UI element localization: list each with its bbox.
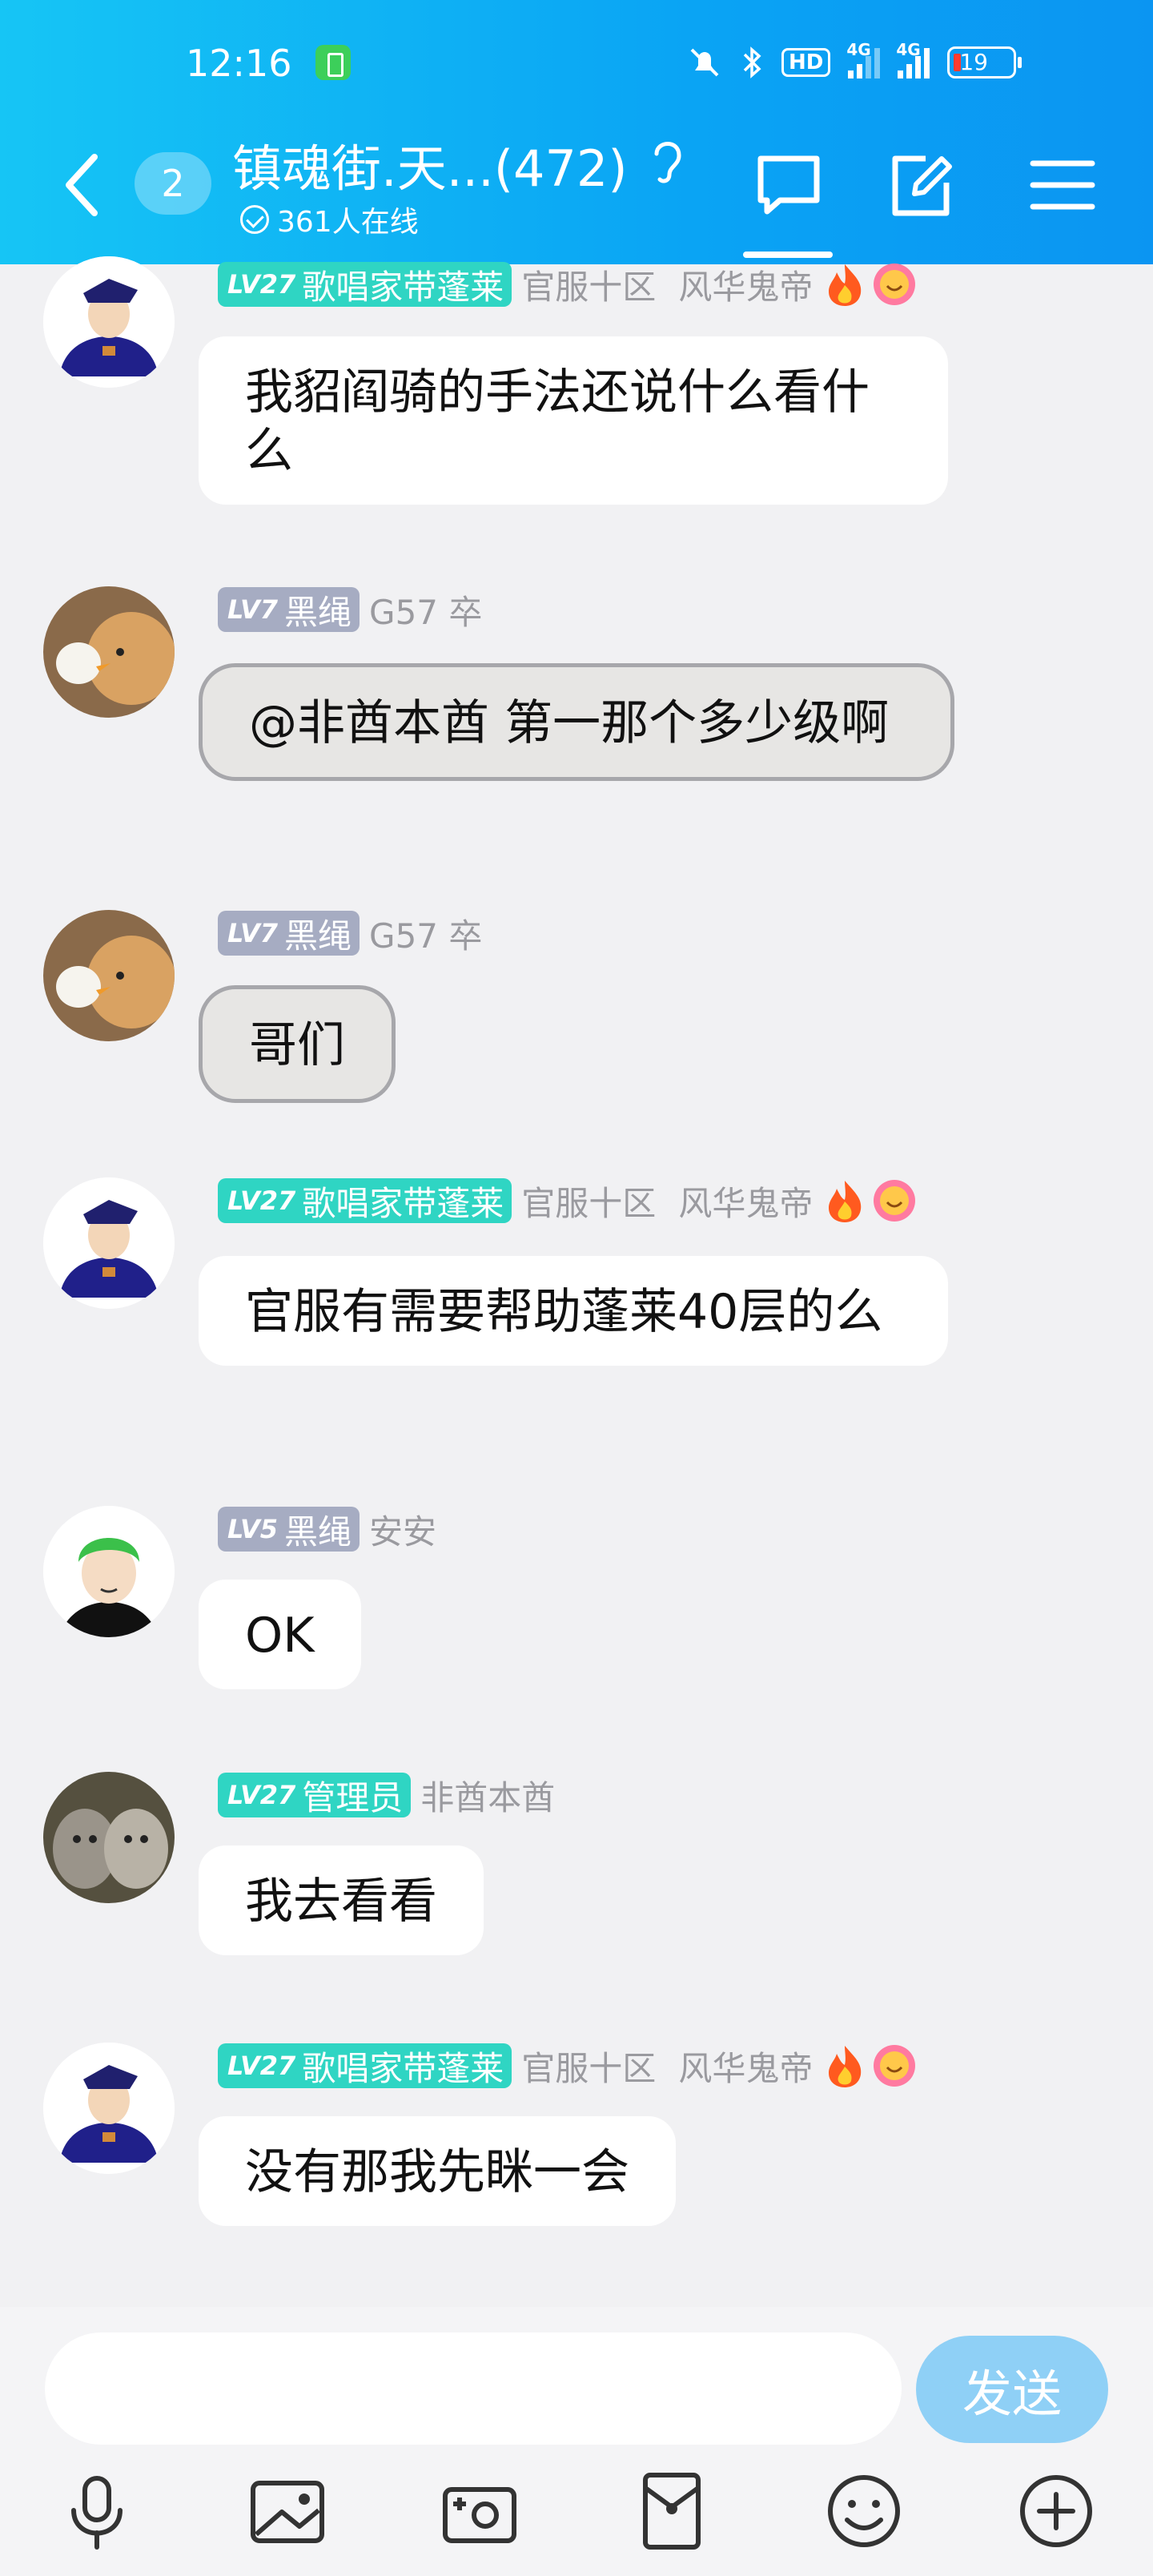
active-tab-indicator bbox=[743, 252, 833, 258]
sender-meta: LV5 黑绳 安安 bbox=[218, 1506, 436, 1552]
server-label: 安安 bbox=[369, 1511, 437, 1552]
message-bubble[interactable]: 我貂阎骑的手法还说什么看什么 bbox=[199, 336, 948, 505]
rank-tag: LV7 黑绳 bbox=[218, 911, 360, 956]
fire-icon bbox=[829, 1181, 862, 1222]
sailor-avatar[interactable] bbox=[43, 2043, 175, 2174]
online-check-icon bbox=[240, 205, 269, 234]
chat-header: 12:16 HD 4G 4G 19 2 镇魂街.天...(472) 361人在线 bbox=[0, 0, 1153, 264]
server-label: G57 卒 bbox=[369, 592, 483, 632]
mute-bell-icon bbox=[690, 48, 719, 77]
wolves-avatar[interactable] bbox=[43, 1772, 175, 1903]
input-bar: 发送 bbox=[0, 2307, 1153, 2576]
chat-tab-button[interactable] bbox=[753, 149, 825, 221]
rank-tag: LV5 黑绳 bbox=[218, 1507, 360, 1552]
message-bubble[interactable]: 官服有需要帮助蓬莱40层的么 bbox=[199, 1256, 948, 1366]
ear-icon[interactable] bbox=[649, 135, 687, 187]
menu-button[interactable] bbox=[1026, 149, 1099, 221]
rank-tag: LV27 歌唱家带蓬莱 bbox=[218, 262, 512, 307]
sender-meta: LV27 歌唱家带蓬莱 官服十区 风华鬼帝 bbox=[218, 261, 917, 308]
send-button[interactable]: 发送 bbox=[916, 2336, 1108, 2443]
sender-meta: LV7 黑绳 G57 卒 bbox=[218, 586, 482, 633]
rank-tag: LV27 歌唱家带蓬莱 bbox=[218, 2043, 512, 2088]
group-title[interactable]: 镇魂街.天...(472) bbox=[232, 128, 628, 200]
emoji-icon bbox=[828, 2475, 900, 2547]
edit-icon bbox=[892, 155, 952, 216]
message-bubble[interactable]: 哥们 bbox=[199, 985, 396, 1104]
server-label: 官服十区 bbox=[521, 1183, 657, 1223]
sailor-avatar[interactable] bbox=[43, 1177, 175, 1309]
title-label: 风华鬼帝 bbox=[678, 1183, 814, 1223]
sender-meta: LV27 管理员 非酋本酋 bbox=[218, 1772, 555, 1818]
back-button[interactable] bbox=[62, 152, 99, 218]
message-bubble[interactable]: 我去看看 bbox=[199, 1845, 484, 1956]
fire-icon bbox=[829, 2046, 862, 2087]
sender-meta: LV7 黑绳 G57 卒 bbox=[218, 910, 482, 956]
smile-flower-icon bbox=[874, 1180, 916, 1222]
status-icons: HD 4G 4G 19 bbox=[687, 40, 1022, 80]
bluetooth-icon bbox=[743, 46, 761, 78]
dog-duck-avatar[interactable] bbox=[43, 910, 175, 1041]
server-label: 官服十区 bbox=[521, 267, 657, 307]
title-label: 风华鬼帝 bbox=[678, 2048, 814, 2088]
chat-bubble-icon bbox=[757, 155, 820, 215]
edit-button[interactable] bbox=[886, 149, 958, 221]
zoro-avatar[interactable] bbox=[43, 1506, 175, 1637]
server-label: G57 卒 bbox=[369, 916, 483, 956]
camera-button[interactable] bbox=[436, 2467, 524, 2555]
sender-meta: LV27 歌唱家带蓬莱 官服十区 风华鬼帝 bbox=[218, 1177, 917, 1224]
message-bubble[interactable]: @非酋本酋 第一那个多少级啊 bbox=[199, 663, 954, 782]
red-packet-icon bbox=[643, 2473, 701, 2550]
signal-icon-2: 4G bbox=[896, 40, 930, 78]
red-packet-button[interactable] bbox=[628, 2467, 716, 2555]
smile-flower-icon bbox=[874, 264, 916, 305]
unread-count-badge[interactable]: 2 bbox=[135, 152, 211, 215]
image-button[interactable] bbox=[243, 2467, 331, 2555]
battery-icon: 19 bbox=[947, 46, 1022, 78]
title-label: 风华鬼帝 bbox=[678, 267, 814, 307]
fire-icon bbox=[829, 264, 862, 306]
online-status: 361人在线 bbox=[240, 199, 419, 240]
message-input[interactable] bbox=[45, 2332, 902, 2445]
battery-saver-icon bbox=[315, 45, 351, 80]
online-count: 361人在线 bbox=[277, 206, 419, 239]
signal-icon: 4G bbox=[846, 40, 881, 78]
sailor-avatar[interactable] bbox=[43, 256, 175, 388]
chevron-left-icon bbox=[66, 154, 98, 216]
hamburger-icon bbox=[1030, 160, 1095, 210]
message-bubble[interactable]: 没有那我先眯一会 bbox=[199, 2116, 676, 2227]
camera-icon bbox=[443, 2487, 516, 2543]
rank-tag: LV7 黑绳 bbox=[218, 587, 360, 632]
emoji-button[interactable] bbox=[820, 2467, 908, 2555]
dog-duck-avatar[interactable] bbox=[43, 586, 175, 718]
sender-meta: LV27 歌唱家带蓬莱 官服十区 风华鬼帝 bbox=[218, 2043, 917, 2089]
image-icon bbox=[251, 2481, 324, 2543]
microphone-icon bbox=[71, 2476, 123, 2550]
rank-tag: LV27 管理员 bbox=[218, 1773, 412, 1817]
hd-badge: HD bbox=[781, 48, 831, 77]
more-button[interactable] bbox=[1012, 2467, 1100, 2555]
message-bubble[interactable]: OK bbox=[199, 1580, 361, 1690]
server-label: 官服十区 bbox=[521, 2048, 657, 2088]
rank-tag: LV27 歌唱家带蓬莱 bbox=[218, 1178, 512, 1223]
plus-icon bbox=[1020, 2475, 1092, 2547]
smile-flower-icon bbox=[874, 2045, 916, 2087]
voice-button[interactable] bbox=[53, 2467, 141, 2555]
status-time: 12:16 bbox=[186, 42, 292, 85]
sender-name: 非酋本酋 bbox=[420, 1777, 556, 1817]
